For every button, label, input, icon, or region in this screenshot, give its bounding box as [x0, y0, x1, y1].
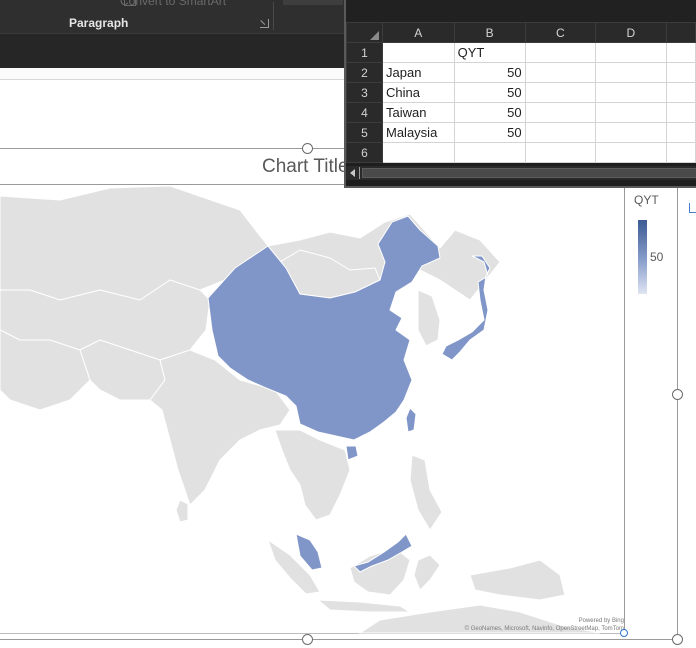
cell-c2[interactable]	[524, 62, 597, 83]
plot-area-right-border	[624, 184, 625, 634]
map-plot[interactable]	[0, 184, 624, 634]
chart-elements-button[interactable]	[689, 203, 696, 213]
cell-d1[interactable]	[595, 42, 667, 63]
map-region-java	[316, 599, 412, 613]
sheet-toolbar	[346, 0, 696, 22]
cell-c6[interactable]	[524, 142, 597, 163]
row-header-1[interactable]: 1	[346, 42, 383, 63]
cell-b3[interactable]: 50	[453, 82, 526, 103]
cell-c1[interactable]	[524, 42, 597, 63]
cell-a2[interactable]: Japan	[382, 62, 455, 83]
select-all-corner[interactable]	[346, 22, 383, 43]
cell-d4[interactable]	[595, 102, 667, 123]
map-region-indochina	[274, 429, 351, 521]
cell-e4[interactable]	[665, 102, 696, 123]
chart-title[interactable]: Chart Title	[262, 156, 349, 178]
cell-d6[interactable]	[595, 142, 667, 163]
cell-e1[interactable]	[665, 42, 696, 63]
resize-handle-right[interactable]	[672, 389, 683, 400]
map-region-new-guinea	[469, 559, 566, 601]
cell-e3[interactable]	[665, 82, 696, 103]
map-attribution: Powered by Bing © GeoNames, Microsoft, N…	[465, 617, 624, 633]
cell-a1[interactable]	[382, 42, 455, 63]
cell-c3[interactable]	[524, 82, 597, 103]
cell-a5[interactable]: Malaysia	[382, 122, 455, 143]
row-header-4[interactable]: 4	[346, 102, 383, 123]
cell-a3[interactable]: China	[382, 82, 455, 103]
cell-a6[interactable]	[382, 142, 455, 163]
convert-to-smartart-button[interactable]: Convert to SmartArt	[120, 0, 226, 8]
ribbon-separator	[273, 2, 274, 30]
row-header-3[interactable]: 3	[346, 82, 383, 103]
plot-area-handle[interactable]	[620, 629, 628, 637]
row-header-2[interactable]: 2	[346, 62, 383, 83]
map-region-sulawesi	[413, 554, 441, 591]
row-header-6[interactable]: 6	[346, 142, 383, 163]
cell-d2[interactable]	[595, 62, 667, 83]
cell-c5[interactable]	[524, 122, 597, 143]
ribbon-button[interactable]	[283, 0, 343, 5]
cell-e6[interactable]	[665, 142, 696, 163]
map-region-taiwan	[405, 407, 417, 433]
column-header-d[interactable]: D	[595, 22, 667, 43]
column-header-e[interactable]	[665, 22, 696, 43]
scrollbar-divider	[359, 167, 360, 179]
cell-d5[interactable]	[595, 122, 667, 143]
cell-e5[interactable]	[665, 122, 696, 143]
select-all-icon	[370, 31, 379, 40]
attribution-line-1: Powered by Bing	[578, 618, 624, 624]
column-header-b[interactable]: B	[453, 22, 526, 43]
data-grid: A B C D 1 QYT 2 Japan 50 3 China 50 4 Ta…	[346, 22, 696, 163]
resize-handle-bottom[interactable]	[302, 634, 313, 645]
cell-a4[interactable]: Taiwan	[382, 102, 455, 123]
map-region-philippines	[409, 454, 443, 531]
cell-b2[interactable]: 50	[453, 62, 526, 83]
cell-b6[interactable]	[453, 142, 526, 163]
legend-title[interactable]: QYT	[634, 193, 659, 207]
legend-value-label: 50	[650, 250, 664, 264]
map-region-sri-lanka	[175, 499, 189, 523]
horizontal-scrollbar[interactable]	[346, 166, 696, 180]
legend-color-scale	[638, 220, 647, 294]
attribution-line-2: © GeoNames, Microsoft, Navinfo, OpenStre…	[464, 626, 624, 632]
paragraph-group-label: Paragraph	[69, 16, 129, 30]
column-header-a[interactable]: A	[382, 22, 455, 43]
cell-b5[interactable]: 50	[453, 122, 526, 143]
cell-c4[interactable]	[524, 102, 597, 123]
cell-e2[interactable]	[665, 62, 696, 83]
map-region-korea	[417, 289, 441, 347]
scrollbar-thumb[interactable]	[362, 168, 696, 178]
row-header-5[interactable]: 5	[346, 122, 383, 143]
resize-handle-bottom-right[interactable]	[672, 634, 683, 645]
dialog-launcher-icon[interactable]	[260, 19, 269, 28]
cell-b1[interactable]: QYT	[453, 42, 526, 63]
cell-d3[interactable]	[595, 82, 667, 103]
chart-data-sheet-window: A B C D 1 QYT 2 Japan 50 3 China 50 4 Ta…	[344, 0, 696, 188]
column-header-c[interactable]: C	[524, 22, 597, 43]
cell-b4[interactable]: 50	[453, 102, 526, 123]
resize-handle-top[interactable]	[302, 143, 313, 154]
map-region-hainan	[345, 445, 359, 461]
scroll-left-icon[interactable]	[350, 169, 355, 177]
app-window: Convert to SmartArt Paragraph Chart Titl…	[0, 0, 696, 648]
